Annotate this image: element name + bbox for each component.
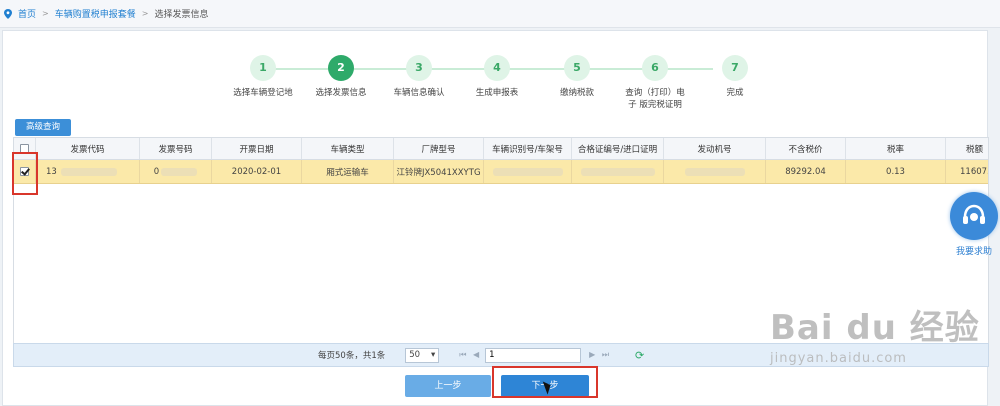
page-number-input[interactable] <box>485 347 582 363</box>
step-number: 2 <box>328 55 354 81</box>
help-label[interactable]: 我要求助 <box>948 244 1000 257</box>
column-header[interactable]: 不含税价 <box>766 138 846 159</box>
cert-cell <box>572 160 664 183</box>
step-7: 7 完成 <box>695 55 775 99</box>
step-label: 查询（打印）电子 版完税证明 <box>625 88 685 110</box>
page-size-value: 50 <box>409 350 421 360</box>
step-label: 选择车辆登记地 <box>233 88 293 98</box>
breadcrumb-separator: > <box>42 9 49 18</box>
step-progress: 1 选择车辆登记地 2 选择发票信息 3 车辆信息确认 4 生成申报表 5 缴纳… <box>223 55 763 125</box>
step-4: 4 生成申报表 <box>457 55 537 99</box>
tax-rate-cell: 0.13 <box>846 160 946 183</box>
vin-cell <box>484 160 572 183</box>
column-header[interactable]: 发票代码 <box>36 138 140 159</box>
step-6: 6 查询（打印）电子 版完税证明 <box>615 55 695 111</box>
baidu-watermark: Bai du 经验 jingyan.baidu.com <box>770 300 1000 390</box>
next-last-page-icons[interactable]: ▶ ⏭ <box>589 350 611 360</box>
page-size-select[interactable]: 50 ▾ <box>405 347 440 363</box>
breadcrumb-current: 选择发票信息 <box>154 10 209 20</box>
step-label: 缴纳税款 <box>559 88 594 98</box>
step-number: 7 <box>722 55 748 81</box>
column-header[interactable]: 发票号码 <box>140 138 212 159</box>
step-5: 5 缴纳税款 <box>537 55 617 99</box>
redacted-mask <box>492 167 563 176</box>
vehicle-type-cell: 厢式运输车 <box>302 160 394 183</box>
invoice-number: 0 <box>153 166 160 177</box>
price-cell: 89292.04 <box>766 160 846 183</box>
step-number: 4 <box>484 55 510 81</box>
step-number: 6 <box>642 55 668 81</box>
breadcrumb: 首页 > 车辆购置税申报套餐 > 选择发票信息 <box>0 0 1000 28</box>
column-header[interactable]: 厂牌型号 <box>394 138 484 159</box>
help-widget[interactable]: 我要求助 <box>948 192 1000 262</box>
headset-icon[interactable] <box>950 192 998 240</box>
column-header[interactable]: 发动机号 <box>664 138 766 159</box>
invoice-code: 13 <box>46 166 57 177</box>
step-1: 1 选择车辆登记地 <box>223 55 303 99</box>
first-prev-page-icons[interactable]: ⏮ ◀ <box>459 350 481 360</box>
engine-cell <box>664 160 766 183</box>
step-number: 1 <box>250 55 276 81</box>
dropdown-arrow-icon: ▾ <box>430 350 436 360</box>
breadcrumb-home[interactable]: 首页 <box>18 7 36 20</box>
invoice-number-cell: 0 <box>140 160 212 183</box>
redacted-mask <box>580 167 655 176</box>
redacted-mask <box>161 167 198 176</box>
column-header[interactable]: 税率 <box>846 138 946 159</box>
step-label: 完成 <box>726 88 744 98</box>
breadcrumb-parent[interactable]: 车辆购置税申报套餐 <box>55 7 136 20</box>
location-pin-icon <box>4 8 12 19</box>
breadcrumb-separator: > <box>141 9 149 18</box>
step-label: 选择发票信息 <box>315 88 367 98</box>
advanced-search-button[interactable]: 高级查询 <box>15 119 71 136</box>
headset-glyph <box>963 204 985 224</box>
highlight-box-checkbox <box>12 152 38 195</box>
pagination-summary: 每页50条，共1条 <box>318 351 386 361</box>
date-cell: 2020-02-01 <box>212 160 302 183</box>
step-label: 生成申报表 <box>475 88 519 98</box>
table-header: 发票代码 发票号码 开票日期 车辆类型 厂牌型号 车辆识别号/车架号 合格证编号… <box>14 138 988 160</box>
table-row[interactable]: 13 0 2020-02-01 厢式运输车 江铃牌JX5041XXYTG 892… <box>14 160 988 184</box>
step-number: 5 <box>564 55 590 81</box>
watermark-url: jingyan.baidu.com <box>770 351 907 366</box>
watermark-logo: Bai du 经验 <box>770 308 980 348</box>
tax-cell: 11607.6 <box>946 160 988 183</box>
invoice-code-cell: 13 <box>36 160 140 183</box>
step-3: 3 车辆信息确认 <box>379 55 459 99</box>
redacted-mask <box>60 167 117 176</box>
prev-step-button[interactable]: 上一步 <box>405 375 491 397</box>
step-2: 2 选择发票信息 <box>301 55 381 99</box>
model-cell: 江铃牌JX5041XXYTG <box>394 160 484 183</box>
column-header[interactable]: 税额 <box>946 138 988 159</box>
step-number: 3 <box>406 55 432 81</box>
step-label: 车辆信息确认 <box>393 88 445 98</box>
column-header[interactable]: 开票日期 <box>212 138 302 159</box>
column-header[interactable]: 车辆识别号/车架号 <box>484 138 572 159</box>
refresh-icon[interactable]: ⟳ <box>635 349 644 362</box>
redacted-mask <box>684 167 745 176</box>
column-header[interactable]: 车辆类型 <box>302 138 394 159</box>
column-header[interactable]: 合格证编号/进口证明 <box>572 138 664 159</box>
